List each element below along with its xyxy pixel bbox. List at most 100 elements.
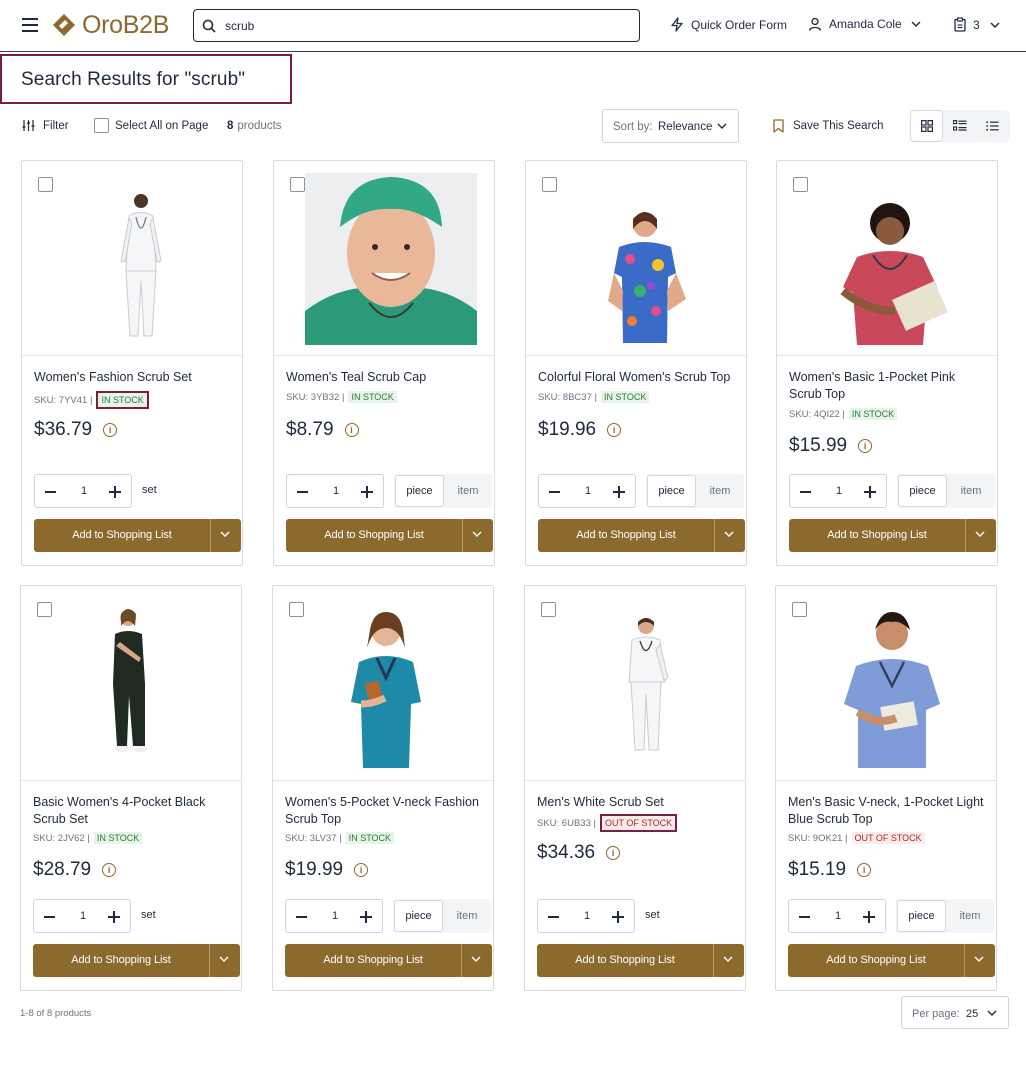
quantity-stepper[interactable]: 1 xyxy=(537,899,635,933)
save-search-button[interactable]: Save This Search xyxy=(773,119,884,133)
product-name[interactable]: Women's Basic 1-Pocket Pink Scrub Top xyxy=(789,369,989,403)
product-name[interactable]: Basic Women's 4-Pocket Black Scrub Set xyxy=(33,794,233,828)
stock-badge: IN STOCK xyxy=(348,391,397,403)
product-select-checkbox[interactable] xyxy=(542,177,557,192)
add-to-shopping-list-button[interactable]: Add to Shopping List xyxy=(286,519,493,552)
product-name[interactable]: Men's Basic V-neck, 1-Pocket Light Blue … xyxy=(788,794,988,828)
add-to-shopping-list-button[interactable]: Add to Shopping List xyxy=(537,944,744,977)
unit-option-item[interactable]: item xyxy=(443,899,491,933)
add-to-shopping-list-button[interactable]: Add to Shopping List xyxy=(538,519,745,552)
quantity-stepper[interactable]: 1 xyxy=(33,899,131,933)
chevron-down-icon[interactable] xyxy=(471,956,481,962)
chevron-down-icon xyxy=(990,22,1000,28)
quantity-stepper[interactable]: 1 xyxy=(286,474,384,508)
increase-button[interactable] xyxy=(109,486,121,498)
info-icon[interactable]: i xyxy=(606,846,621,860)
button-divider xyxy=(964,944,965,977)
unit-option-item[interactable]: item xyxy=(696,474,744,508)
product-price-row: $15.19 i xyxy=(788,859,872,881)
product-name[interactable]: Women's Fashion Scrub Set xyxy=(34,369,234,386)
product-image[interactable] xyxy=(273,586,493,781)
quantity-stepper[interactable]: 1 xyxy=(34,474,132,508)
info-icon[interactable]: i xyxy=(102,863,117,877)
info-icon[interactable]: i xyxy=(344,423,359,437)
info-icon[interactable]: i xyxy=(103,423,118,437)
unit-option-piece[interactable]: piece xyxy=(898,475,947,507)
product-image[interactable] xyxy=(776,586,996,781)
product-name[interactable]: Men's White Scrub Set xyxy=(537,794,737,811)
product-select-checkbox[interactable] xyxy=(541,602,556,617)
product-name[interactable]: Women's 5-Pocket V-neck Fashion Scrub To… xyxy=(285,794,485,828)
filter-button[interactable]: Filter xyxy=(22,119,69,132)
unit-option-item[interactable]: item xyxy=(947,474,995,508)
unit-option-piece[interactable]: piece xyxy=(647,475,696,507)
info-icon[interactable]: i xyxy=(857,863,872,877)
unit-option-item[interactable]: item xyxy=(444,474,492,508)
search-input[interactable]: scrub xyxy=(193,9,640,42)
user-menu[interactable]: Amanda Cole xyxy=(808,17,921,31)
quantity-stepper[interactable]: 1 xyxy=(789,474,887,508)
increase-button[interactable] xyxy=(612,911,624,923)
chevron-down-icon[interactable] xyxy=(472,531,482,537)
stock-badge: IN STOCK xyxy=(96,391,149,409)
chevron-down-icon[interactable] xyxy=(974,956,984,962)
per-page-select[interactable]: Per page: 25 xyxy=(901,996,1009,1029)
list-view-button[interactable] xyxy=(943,110,976,142)
grid-view-button[interactable] xyxy=(910,110,943,142)
product-image[interactable] xyxy=(21,586,241,781)
chevron-down-icon[interactable] xyxy=(219,956,229,962)
add-to-shopping-list-button[interactable]: Add to Shopping List xyxy=(285,944,492,977)
product-meta: SKU: 2JV62 | IN STOCK xyxy=(33,832,143,844)
chevron-down-icon[interactable] xyxy=(220,531,230,537)
product-image[interactable] xyxy=(525,586,745,781)
product-image[interactable] xyxy=(777,161,997,356)
increase-button[interactable] xyxy=(360,911,372,923)
product-select-checkbox[interactable] xyxy=(792,602,807,617)
add-to-shopping-list-button[interactable]: Add to Shopping List xyxy=(33,944,240,977)
increase-button[interactable] xyxy=(613,486,625,498)
shopping-list-widget[interactable]: 3 xyxy=(954,17,1000,32)
product-select-checkbox[interactable] xyxy=(38,177,53,192)
product-select-checkbox[interactable] xyxy=(289,602,304,617)
increase-button[interactable] xyxy=(361,486,373,498)
quantity-stepper[interactable]: 1 xyxy=(538,474,636,508)
unit-toggle: piece item xyxy=(393,899,491,933)
select-all-control[interactable]: Select All on Page xyxy=(94,118,208,133)
add-button-label: Add to Shopping List xyxy=(324,529,424,541)
unit-option-piece[interactable]: piece xyxy=(395,475,444,507)
unit-option-piece[interactable]: piece xyxy=(394,900,443,932)
select-all-checkbox[interactable] xyxy=(94,118,109,133)
product-name[interactable]: Women's Teal Scrub Cap xyxy=(286,369,486,386)
unit-option-piece[interactable]: piece xyxy=(897,900,946,932)
product-image[interactable] xyxy=(22,161,242,356)
add-to-shopping-list-button[interactable]: Add to Shopping List xyxy=(788,944,995,977)
product-select-checkbox[interactable] xyxy=(290,177,305,192)
increase-button[interactable] xyxy=(863,911,875,923)
quantity-stepper[interactable]: 1 xyxy=(788,899,886,933)
increase-button[interactable] xyxy=(864,486,876,498)
chevron-down-icon[interactable] xyxy=(724,531,734,537)
quantity-stepper[interactable]: 1 xyxy=(285,899,383,933)
menu-icon[interactable] xyxy=(22,18,38,32)
chevron-down-icon[interactable] xyxy=(723,956,733,962)
add-to-shopping-list-button[interactable]: Add to Shopping List xyxy=(34,519,241,552)
product-select-checkbox[interactable] xyxy=(793,177,808,192)
list-view-icon xyxy=(952,120,966,131)
info-icon[interactable]: i xyxy=(354,863,369,877)
info-icon[interactable]: i xyxy=(607,423,622,437)
increase-button[interactable] xyxy=(108,911,120,923)
unit-option-item[interactable]: item xyxy=(946,899,994,933)
product-select-checkbox[interactable] xyxy=(37,602,52,617)
product-name[interactable]: Colorful Floral Women's Scrub Top xyxy=(538,369,738,386)
compact-list-button[interactable] xyxy=(976,110,1009,142)
add-to-shopping-list-button[interactable]: Add to Shopping List xyxy=(789,519,996,552)
chevron-down-icon[interactable] xyxy=(975,531,985,537)
button-divider xyxy=(462,519,463,552)
brand-logo[interactable]: OroB2B xyxy=(52,12,169,38)
product-image[interactable] xyxy=(274,161,494,356)
quick-order-link[interactable]: Quick Order Form xyxy=(670,17,787,32)
sort-select[interactable]: Sort by: Relevance xyxy=(602,109,739,143)
product-image[interactable] xyxy=(526,161,746,356)
info-icon[interactable]: i xyxy=(858,439,873,453)
product-price-row: $8.79 i xyxy=(286,419,359,441)
